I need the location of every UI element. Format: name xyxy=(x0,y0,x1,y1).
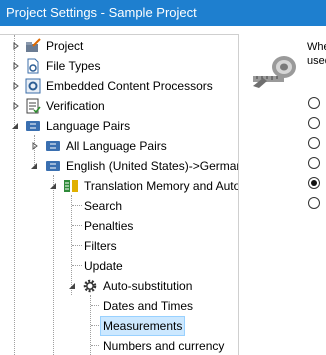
tree-item-label: Auto-substitution xyxy=(103,279,193,293)
tree-item-measurements[interactable]: Measurements xyxy=(0,316,238,336)
tree-item-dates-and-times[interactable]: Dates and Times xyxy=(0,297,238,315)
settings-panel: Whe used xyxy=(239,26,326,354)
folder-pen-icon xyxy=(26,38,41,52)
tree-item-label: Search xyxy=(84,199,123,213)
tree-item-label: Numbers and currency xyxy=(103,339,225,353)
language-pair-icon xyxy=(46,161,60,171)
language-pair-icon xyxy=(46,141,60,151)
tree-item-file-types[interactable]: File Types xyxy=(0,57,238,75)
tree-item-label: Measurements xyxy=(99,316,186,336)
option-radio-5[interactable] xyxy=(308,177,320,189)
checklist-icon xyxy=(26,98,41,114)
tree-item-label: Penalties xyxy=(84,219,134,233)
option-radio-2[interactable] xyxy=(308,117,320,129)
gear-icon xyxy=(83,279,97,293)
tree-item-translation-memory[interactable]: Translation Memory and Auto xyxy=(0,177,238,195)
translation-memory-icon xyxy=(64,180,78,192)
tree-item-label: Language Pairs xyxy=(46,119,131,133)
option-radio-3[interactable] xyxy=(308,137,320,149)
window-title: Project Settings - Sample Project xyxy=(0,0,326,26)
tree-item-label: Translation Memory and Auto xyxy=(84,179,239,193)
tree-item-search[interactable]: Search xyxy=(0,197,238,215)
description-line: Whe xyxy=(307,41,326,53)
chevron-right-icon[interactable] xyxy=(12,62,20,70)
file-gear-icon xyxy=(27,58,39,74)
panel-description: Whe used xyxy=(307,40,326,68)
tree-item-label: Project xyxy=(46,39,84,53)
option-radio-4[interactable] xyxy=(308,157,320,169)
tree-item-label: Embedded Content Processors xyxy=(46,79,213,93)
tree-item-penalties[interactable]: Penalties xyxy=(0,217,238,235)
measurements-icon xyxy=(253,56,296,88)
tree-item-update[interactable]: Update xyxy=(0,257,238,275)
tree-item-label: All Language Pairs xyxy=(66,139,167,153)
tree-item-all-language-pairs[interactable]: All Language Pairs xyxy=(0,137,238,155)
chevron-down-icon[interactable] xyxy=(68,282,76,290)
option-radio-1[interactable] xyxy=(308,97,320,109)
tree-item-label: English (United States)->German ( xyxy=(66,159,239,173)
tree-item-numbers-and-currency[interactable]: Numbers and currency xyxy=(0,337,238,355)
chevron-right-icon[interactable] xyxy=(12,42,20,50)
tree-item-english-german[interactable]: English (United States)->German ( xyxy=(0,157,238,175)
tree-item-embedded-content-processors[interactable]: Embedded Content Processors xyxy=(0,77,238,95)
tree-item-label: Verification xyxy=(46,99,105,113)
language-pair-icon xyxy=(26,121,40,131)
tree-item-project[interactable]: Project xyxy=(0,37,238,55)
tree-item-label: File Types xyxy=(46,59,101,73)
option-radio-6[interactable] xyxy=(308,197,320,209)
settings-tree[interactable]: Project File Types Embedded Content Proc… xyxy=(0,34,239,355)
chevron-down-icon[interactable] xyxy=(30,162,38,170)
chevron-right-icon[interactable] xyxy=(31,142,39,150)
gear-box-icon xyxy=(25,78,41,94)
tree-item-filters[interactable]: Filters xyxy=(0,237,238,255)
chevron-right-icon[interactable] xyxy=(12,102,20,110)
tree-item-auto-substitution[interactable]: Auto-substitution xyxy=(0,277,238,295)
tree-item-language-pairs[interactable]: Language Pairs xyxy=(0,117,238,135)
tree-item-verification[interactable]: Verification xyxy=(0,97,238,115)
chevron-right-icon[interactable] xyxy=(12,82,20,90)
tree-item-label: Dates and Times xyxy=(103,299,194,313)
description-line: used xyxy=(307,55,326,67)
chevron-down-icon[interactable] xyxy=(11,122,19,130)
tree-item-label: Filters xyxy=(84,239,117,253)
chevron-down-icon[interactable] xyxy=(49,182,57,190)
tree-item-label: Update xyxy=(84,259,123,273)
